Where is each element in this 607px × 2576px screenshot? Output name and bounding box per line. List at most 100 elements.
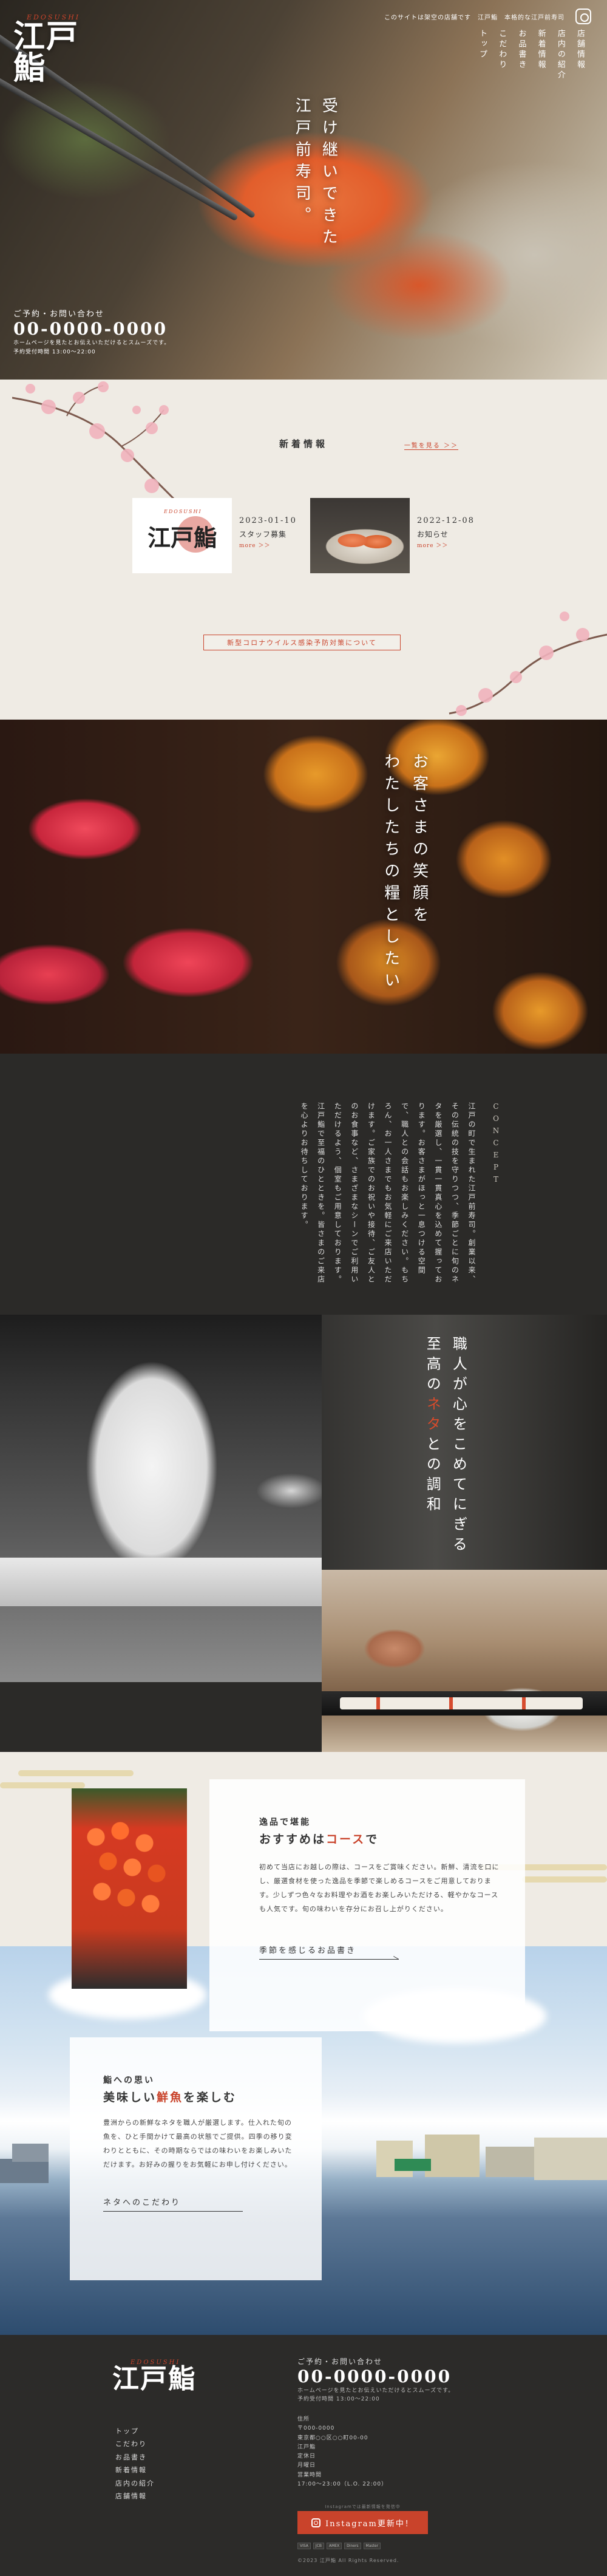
hero-contact: ご予約・お問い合わせ 00-0000-0000 ホームページを見たとお伝えいただ…	[13, 307, 170, 356]
news-more[interactable]: more ＞＞	[417, 541, 475, 549]
news-thumbnail: EDOSUSHI 江戸鮨	[132, 498, 232, 573]
store-info: 住所 〒000-0000 東京都○○区○○町00-00 江戸鮨 定休日 月曜日 …	[297, 2415, 387, 2489]
phone-number[interactable]: 00-0000-0000	[13, 319, 170, 339]
counter-board	[0, 1558, 322, 1606]
payment-badge: Diners	[344, 2543, 361, 2549]
hero-catchcopy: 受け継いできた 江戸前寿司。	[288, 97, 342, 250]
contact-note: ホームページを見たとお伝えいただけるとスムーズです。	[297, 2388, 455, 2394]
cherry-blossom-decoration	[449, 612, 607, 716]
heading-text: で	[365, 1833, 379, 1846]
wave-decoration	[522, 1876, 607, 1883]
info-line: 月曜日	[297, 2462, 316, 2469]
site-logo[interactable]: EDOSUSHI 江戸鮨	[13, 13, 86, 84]
covid-notice-button[interactable]: 新型コロナウイルス感染予防対策について	[203, 635, 401, 650]
message-section: お客さまの笑顔を わたしたちの糧としたい	[0, 720, 607, 1054]
heading-highlight: 鮮魚	[157, 2091, 184, 2104]
instagram-icon	[311, 2518, 321, 2527]
heading-text: おすすめは	[259, 1833, 327, 1846]
logo-text: 江戸鮨	[13, 18, 80, 87]
craft-highlight: ネタ	[424, 1396, 441, 1436]
hands-photo	[322, 1570, 607, 1752]
footer-contact: ご予約・お問い合わせ 00-0000-0000 ホームページを見たとお伝えいただ…	[297, 2356, 454, 2404]
footer-logo[interactable]: EDOSUSHI 江戸鮨	[112, 2359, 206, 2394]
commitment-subheading: 鮨への思い	[103, 2076, 155, 2085]
nav-item-store[interactable]: 店内の紹介	[555, 29, 566, 81]
commitment-text: 豊洲からの新鮮なネタを職人が厳選します。仕入れた旬の魚を、ひと手間かけて最高の状…	[103, 2119, 293, 2169]
nav-label: 店内の紹介	[555, 29, 565, 81]
course-text: 初めて当店にお越しの際は、コースをご賞味ください。新鮮、清流を口にし、厳選食材を…	[259, 1863, 500, 1913]
footer-nav-item[interactable]: こだわり	[115, 2438, 155, 2450]
info-line: 住所	[297, 2416, 310, 2422]
wave-decoration	[18, 1770, 134, 1776]
instagram-icon[interactable]	[575, 9, 591, 24]
footer-nav-item[interactable]: 新着情報	[115, 2464, 155, 2476]
hero-section: EDOSUSHI 江戸鮨 このサイトは架空の店舗です 江戸鮨 本格的な江戸前寿司…	[0, 0, 607, 380]
craft-line: 至高のネタとの調和	[419, 1336, 445, 1556]
payment-badge: AMEX	[326, 2543, 342, 2549]
message-copy: お客さまの笑顔を わたしたちの糧としたい	[376, 753, 433, 993]
news-date: 2022-12-08	[416, 516, 475, 525]
footer-nav-item[interactable]: お品書き	[115, 2451, 155, 2464]
logo-sub: EDOSUSHI	[164, 509, 202, 514]
info-line: 定休日	[297, 2453, 316, 2460]
news-more[interactable]: more ＞＞	[239, 541, 297, 549]
info-line: 江戸鮨	[297, 2444, 316, 2450]
ikura-photo	[72, 1788, 187, 1989]
craft-text: との調和	[424, 1436, 441, 1516]
info-line: 17:00～23:00（L.O. 22:00）	[297, 2481, 388, 2488]
info-line: 東京都○○区○○町00-00	[297, 2435, 368, 2441]
news-list: EDOSUSHI 江戸鮨 2023-01-10 スタッフ募集 more ＞＞ 2…	[132, 498, 475, 573]
nav-label: 新着情報	[536, 29, 546, 70]
global-nav: 店舗情報 店内の紹介 新着情報 お品書き こだわり トップ	[476, 29, 585, 81]
nav-item-menu[interactable]: お品書き	[515, 29, 526, 81]
nav-item-news[interactable]: 新着情報	[535, 29, 546, 81]
news-category: スタッフ募集	[239, 530, 287, 539]
news-card[interactable]: EDOSUSHI 江戸鮨 2023-01-10 スタッフ募集 more ＞＞	[132, 498, 297, 573]
commitment-link-button[interactable]: ネタへのこだわり	[103, 2196, 243, 2212]
craft-line: 職人が心をこめてにぎる	[450, 1336, 467, 1556]
contact-note: ホームページを見たとお伝えいただけるとスムーズです。	[13, 340, 171, 347]
footer-nav-item[interactable]: トップ	[115, 2425, 155, 2438]
heading-text: を楽しむ	[183, 2091, 237, 2104]
nav-item-commitment[interactable]: こだわり	[496, 29, 507, 81]
news-category: お知らせ	[416, 530, 449, 539]
course-heading: おすすめはコースで	[259, 1830, 501, 1847]
phone-number[interactable]: 00-0000-0000	[297, 2366, 454, 2387]
payment-badge: VISA	[297, 2543, 311, 2549]
catch-line: 江戸前寿司。	[293, 97, 311, 228]
craft-text: 至高の	[424, 1336, 441, 1396]
news-card[interactable]: 2022-12-08 お知らせ more ＞＞	[310, 498, 475, 573]
commitment-heading: 美味しい鮮魚を楽しむ	[103, 2088, 297, 2105]
course-section: 逸品で堪能 おすすめはコースで 初めて当店にお越しの際は、コースをご賞味ください…	[0, 1752, 607, 2335]
logo-text: 江戸鮨	[112, 2363, 196, 2394]
instagram-button[interactable]: Instagram更新中！	[297, 2511, 428, 2534]
message-line: お客さまの笑顔を	[410, 753, 429, 928]
course-card: 逸品で堪能 おすすめはコースで 初めて当店にお越しの際は、コースをご賞味ください…	[209, 1779, 525, 2031]
payment-badge: Master	[363, 2543, 381, 2549]
news-thumbnail	[310, 498, 410, 573]
info-line: 〒000-0000	[297, 2425, 335, 2432]
copyright: ©2023 江戸鮨 All Rights Reserved.	[297, 2558, 399, 2563]
concept-text: 江戸の町で生まれた江戸前寿司。創業以来、その伝統の技を守りつつ、季節ごとに旬のネ…	[300, 1102, 476, 1284]
footer-nav-item[interactable]: 店内の紹介	[115, 2477, 155, 2490]
contact-hours: 予約受付時間 13:00～22:00	[13, 349, 96, 355]
wave-decoration	[0, 1782, 85, 1788]
info-line: 営業時間	[297, 2472, 322, 2478]
nav-label: トップ	[478, 29, 487, 60]
footer-nav-item[interactable]: 店舗情報	[115, 2490, 155, 2503]
concept-label: CONCEPT	[492, 1102, 500, 1187]
utility-text: このサイトは架空の店舗です 江戸鮨 本格的な江戸前寿司	[384, 15, 565, 21]
course-subheading: 逸品で堪能	[259, 1818, 311, 1827]
instagram-note: Instagramでは最新情報を発信中	[325, 2504, 401, 2509]
logo-text: 江戸鮨	[147, 523, 217, 551]
nav-label: お品書き	[517, 29, 526, 70]
contact-hours: 予約受付時間 13:00～22:00	[297, 2396, 380, 2403]
news-more-link[interactable]: 一覧を見る ＞＞	[404, 440, 458, 450]
nav-item-information[interactable]: 店舗情報	[574, 29, 585, 81]
nav-label: 店舗情報	[575, 29, 585, 70]
catch-line: 受け継いできた	[319, 97, 338, 250]
contact-label: ご予約・お問い合わせ	[13, 310, 105, 319]
menu-link-button[interactable]: 季節を感じるお品書き	[259, 1944, 399, 1960]
nav-item-top[interactable]: トップ	[476, 29, 487, 81]
payment-badge: JCB	[313, 2543, 324, 2549]
